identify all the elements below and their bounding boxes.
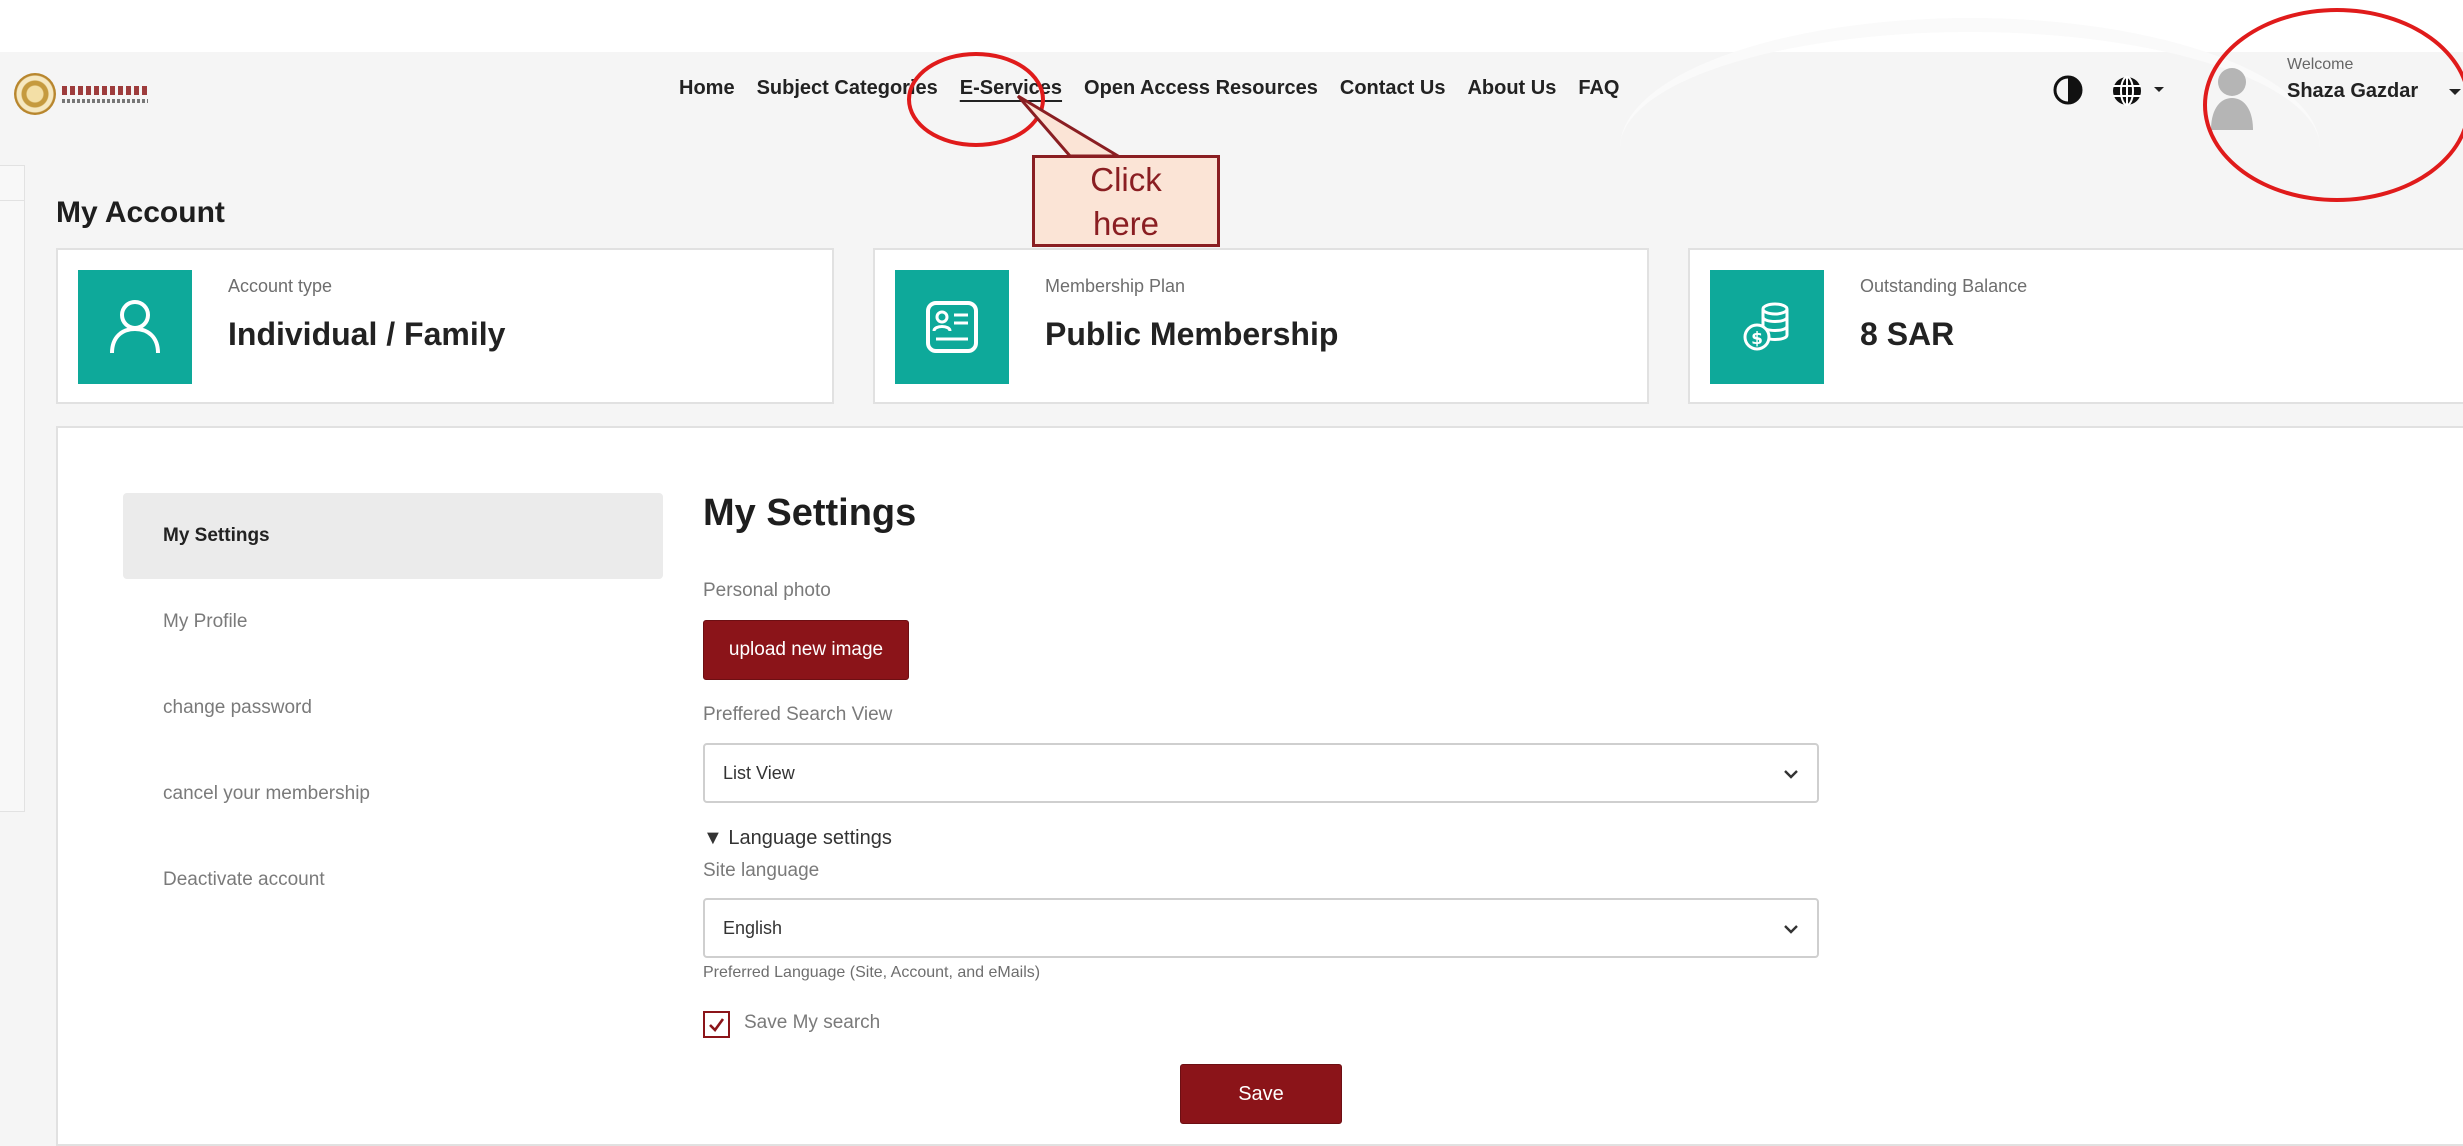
nav-contact-us[interactable]: Contact Us: [1329, 73, 1457, 103]
personal-photo-label: Personal photo: [703, 580, 831, 601]
chevron-down-icon[interactable]: [2152, 82, 2166, 96]
menu-cancel-membership[interactable]: cancel your membership: [123, 751, 663, 837]
site-language-value: English: [723, 918, 783, 938]
language-settings-toggle[interactable]: ▼ Language settings: [703, 827, 892, 850]
menu-my-settings[interactable]: My Settings: [123, 493, 663, 579]
account-type-card: Account type Individual / Family: [56, 248, 834, 404]
checkmark-icon: [709, 1018, 725, 1032]
nav-home[interactable]: Home: [668, 73, 746, 103]
outstanding-balance-tile: $: [1710, 270, 1824, 384]
decorative-arc: [1620, 18, 2320, 278]
upload-image-button[interactable]: upload new image: [703, 620, 909, 680]
logo-wordmark: [62, 85, 148, 103]
callout-line-2: here: [1092, 205, 1160, 242]
logo-seal: [14, 73, 56, 115]
nav-faq[interactable]: FAQ: [1567, 73, 1630, 103]
contrast-toggle-icon[interactable]: [2052, 74, 2084, 106]
membership-card-icon: [926, 301, 978, 353]
search-view-label: Preffered Search View: [703, 704, 893, 725]
coins-icon: $: [1743, 302, 1789, 351]
outstanding-balance-label: Outstanding Balance: [1860, 276, 2028, 296]
site-language-hint: Preferred Language (Site, Account, and e…: [703, 964, 1041, 981]
menu-deactivate-account[interactable]: Deactivate account: [123, 837, 663, 923]
callout-line-1: Click: [1090, 161, 1162, 198]
page-title: My Account: [56, 196, 225, 229]
language-globe-icon[interactable]: [2110, 74, 2144, 108]
account-type-value: Individual / Family: [228, 316, 506, 352]
svg-text:$: $: [1751, 329, 1763, 349]
account-type-label: Account type: [228, 276, 333, 296]
account-type-tile: [78, 270, 192, 384]
membership-plan-card: Membership Plan Public Membership: [873, 248, 1649, 404]
language-settings-label: Language settings: [728, 827, 892, 849]
outstanding-balance-value: 8 SAR: [1860, 316, 1955, 352]
save-search-label: Save My search: [744, 1012, 881, 1033]
menu-my-profile[interactable]: My Profile: [123, 579, 663, 665]
membership-plan-value: Public Membership: [1045, 316, 1339, 352]
highlight-circle-user: [2203, 8, 2463, 202]
user-icon: [110, 300, 160, 354]
search-view-value: List View: [723, 763, 795, 783]
membership-plan-label: Membership Plan: [1045, 276, 1186, 296]
settings-title: My Settings: [703, 492, 917, 534]
save-search-checkbox[interactable]: [703, 1011, 730, 1038]
triangle-down-icon: ▼: [703, 827, 723, 849]
site-language-label: Site language: [703, 860, 820, 881]
site-language-select[interactable]: English: [703, 898, 1819, 958]
collapsed-side-panel: [0, 165, 25, 812]
menu-change-password[interactable]: change password: [123, 665, 663, 751]
membership-plan-tile: [895, 270, 1009, 384]
save-button[interactable]: Save: [1180, 1064, 1342, 1124]
outstanding-balance-card: $ Outstanding Balance 8 SAR: [1688, 248, 2463, 404]
search-view-select[interactable]: List View: [703, 743, 1819, 803]
chevron-down-icon: [1784, 925, 1798, 934]
settings-side-menu: My Settings My Profile change password c…: [123, 493, 663, 923]
nav-about-us[interactable]: About Us: [1456, 73, 1567, 103]
chevron-down-icon: [1784, 770, 1798, 779]
university-logo[interactable]: [14, 70, 154, 118]
click-here-callout: Click here: [1032, 155, 1220, 247]
